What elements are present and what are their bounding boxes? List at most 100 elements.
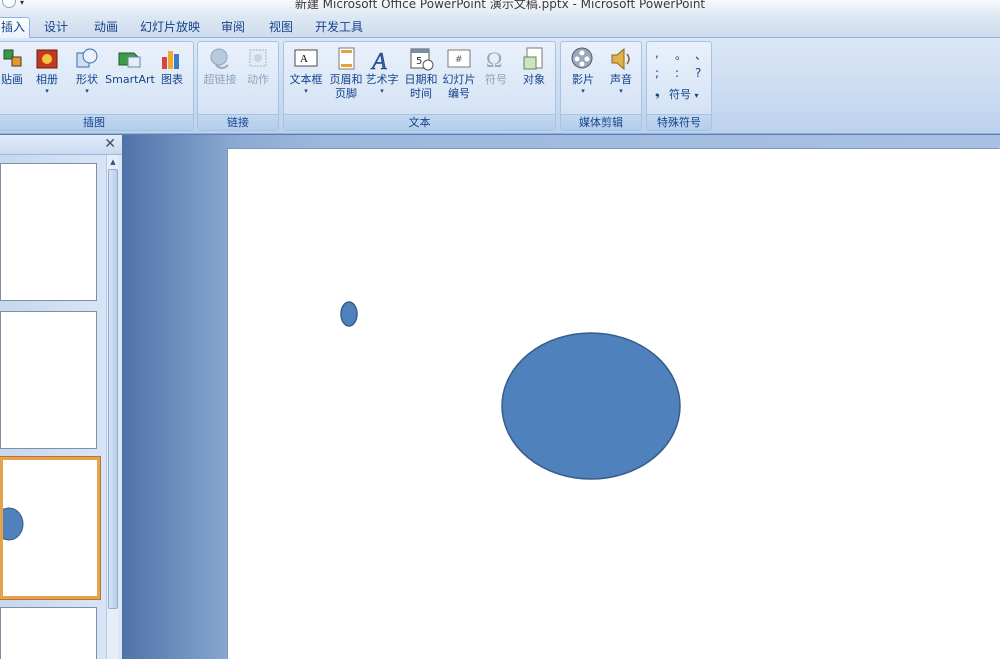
slide-canvas[interactable] (228, 149, 1000, 659)
svg-text:A: A (300, 53, 308, 65)
clipart-label: 贴画 (1, 73, 23, 86)
movie-button[interactable]: 影片 ▾ (563, 45, 603, 113)
scroll-thumb[interactable] (108, 169, 118, 609)
smartart-button[interactable]: SmartArt (103, 45, 157, 113)
photo-album-icon (36, 49, 58, 69)
group-label-text: 文本 (284, 114, 555, 130)
symbol-menu-button[interactable]: 符号 ▾ (669, 86, 699, 102)
small-ellipse-shape[interactable] (340, 301, 358, 327)
powerpoint-window: ▾ 新建 Microsoft Office PowerPoint 演示文稿.pp… (0, 0, 1000, 659)
header-footer-button[interactable]: 页眉和 页脚 (326, 45, 366, 113)
object-icon (523, 47, 543, 70)
shapes-button[interactable]: 形状 ▾ (67, 45, 107, 113)
textbox-icon: A (294, 49, 318, 67)
smartart-label: SmartArt (105, 73, 155, 86)
group-label-media: 媒体剪辑 (561, 114, 641, 130)
slide-number-label-1: 幻灯片 (442, 73, 476, 86)
slides-panel: ✕ ▲ (0, 135, 122, 659)
close-icon[interactable]: ✕ (104, 136, 116, 152)
chart-label: 图表 (161, 73, 183, 86)
slide-number-icon: # (447, 49, 471, 68)
ribbon-tabs: 插入 设计 动画 幻灯片放映 审阅 视图 开发工具 (0, 14, 1000, 39)
datetime-label-1: 日期和 (404, 73, 438, 86)
slide-number-button[interactable]: # 幻灯片 编号 (439, 45, 479, 113)
action-icon (249, 49, 267, 67)
action-label: 动作 (247, 73, 269, 86)
slide-shapes (340, 301, 681, 480)
ribbon: 贴画 相册 ▾ 形状 ▾ SmartArt 图表 插图 超链接 动作 链接 A … (0, 38, 1000, 134)
album-label: 相册 (36, 73, 58, 86)
symbol-question[interactable]: ? (695, 66, 701, 80)
omega-icon: Ω (486, 47, 502, 72)
sound-label: 声音 (610, 73, 632, 86)
sound-button[interactable]: 声音 ▾ (601, 45, 641, 113)
window-title: 新建 Microsoft Office PowerPoint 演示文稿.pptx… (294, 0, 706, 11)
symbol-menu-label: 符号 (669, 88, 691, 101)
tab-slideshow[interactable]: 幻灯片放映 (134, 18, 206, 38)
tab-view[interactable]: 视图 (262, 18, 300, 38)
symbol-comma[interactable]: , (655, 46, 659, 60)
tab-animation[interactable]: 动画 (86, 18, 126, 38)
large-ellipse-shape[interactable] (501, 332, 681, 480)
svg-text:A: A (370, 49, 387, 73)
tab-review[interactable]: 审阅 (214, 18, 252, 38)
speaker-icon (611, 47, 630, 71)
textbox-button[interactable]: A 文本框 ▾ (286, 45, 326, 113)
group-label-illustrations: 插图 (0, 114, 193, 130)
chart-button[interactable]: 图表 (155, 45, 189, 113)
tab-developer[interactable]: 开发工具 (308, 18, 370, 38)
textbox-dropdown-icon: ▾ (304, 87, 308, 95)
shapes-label: 形状 (76, 73, 98, 86)
datetime-label-2: 时间 (410, 87, 432, 100)
slide-thumbnail[interactable] (0, 311, 97, 449)
textbox-label: 文本框 (289, 73, 323, 86)
header-footer-icon (338, 47, 355, 70)
symbol-menu-dropdown-icon: ▾ (694, 91, 699, 100)
svg-text:#: # (455, 55, 463, 65)
tab-design[interactable]: 设计 (36, 18, 76, 38)
movie-label: 影片 (572, 73, 594, 86)
clipart-button[interactable]: 贴画 (0, 45, 27, 113)
datetime-button[interactable]: 5 日期和 时间 (401, 45, 441, 113)
group-media: 影片 ▾ 声音 ▾ 媒体剪辑 (560, 41, 642, 131)
wordart-label: 艺术字 (365, 73, 399, 86)
tab-insert[interactable]: 插入 (0, 17, 30, 39)
symbol-heavy-comma[interactable]: ❟ (655, 85, 660, 100)
album-button[interactable]: 相册 ▾ (27, 45, 67, 113)
slide-thumbnail[interactable] (0, 163, 97, 301)
slides-panel-header: ✕ (0, 135, 122, 155)
shapes-icon (76, 48, 98, 68)
object-button[interactable]: 对象 (514, 45, 554, 113)
symbol-period[interactable]: 。 (675, 46, 687, 63)
title-bar: ▾ 新建 Microsoft Office PowerPoint 演示文稿.pp… (0, 0, 1000, 14)
calendar-icon: 5 (410, 48, 434, 71)
slide-thumbnail[interactable] (0, 607, 97, 659)
film-reel-icon (571, 47, 593, 69)
svg-text:5: 5 (416, 56, 422, 67)
album-dropdown-icon: ▾ (45, 87, 49, 95)
smartart-icon (118, 52, 141, 68)
object-label: 对象 (523, 73, 545, 86)
symbol-button[interactable]: Ω 符号 (476, 45, 516, 113)
group-label-links: 链接 (198, 114, 278, 130)
group-special-symbols: , 。 、 ; : ? ❟ 符号 ▾ 特殊符号 (646, 41, 712, 131)
slides-panel-scrollbar[interactable]: ▲ (106, 155, 118, 659)
chart-icon (162, 51, 179, 69)
symbol-semicolon[interactable]: ; (655, 66, 659, 80)
thumbnail-ellipse (3, 507, 24, 541)
wordart-icon: A (370, 49, 388, 73)
wordart-button[interactable]: A 艺术字 ▾ (362, 45, 402, 113)
slide-editing-area (122, 135, 1000, 659)
slide-thumbnail-selected[interactable] (0, 457, 100, 599)
header-footer-label-1: 页眉和 (329, 73, 363, 86)
hyperlink-button[interactable]: 超链接 (200, 45, 240, 113)
action-button[interactable]: 动作 (238, 45, 278, 113)
group-links: 超链接 动作 链接 (197, 41, 279, 131)
symbol-colon[interactable]: : (675, 66, 679, 80)
svg-text:Ω: Ω (486, 47, 502, 72)
scroll-up-icon[interactable]: ▲ (108, 157, 118, 167)
hyperlink-label: 超链接 (203, 73, 237, 86)
wordart-dropdown-icon: ▾ (380, 87, 384, 95)
symbol-enum-comma[interactable]: 、 (695, 46, 707, 63)
header-footer-label-2: 页脚 (335, 87, 357, 100)
